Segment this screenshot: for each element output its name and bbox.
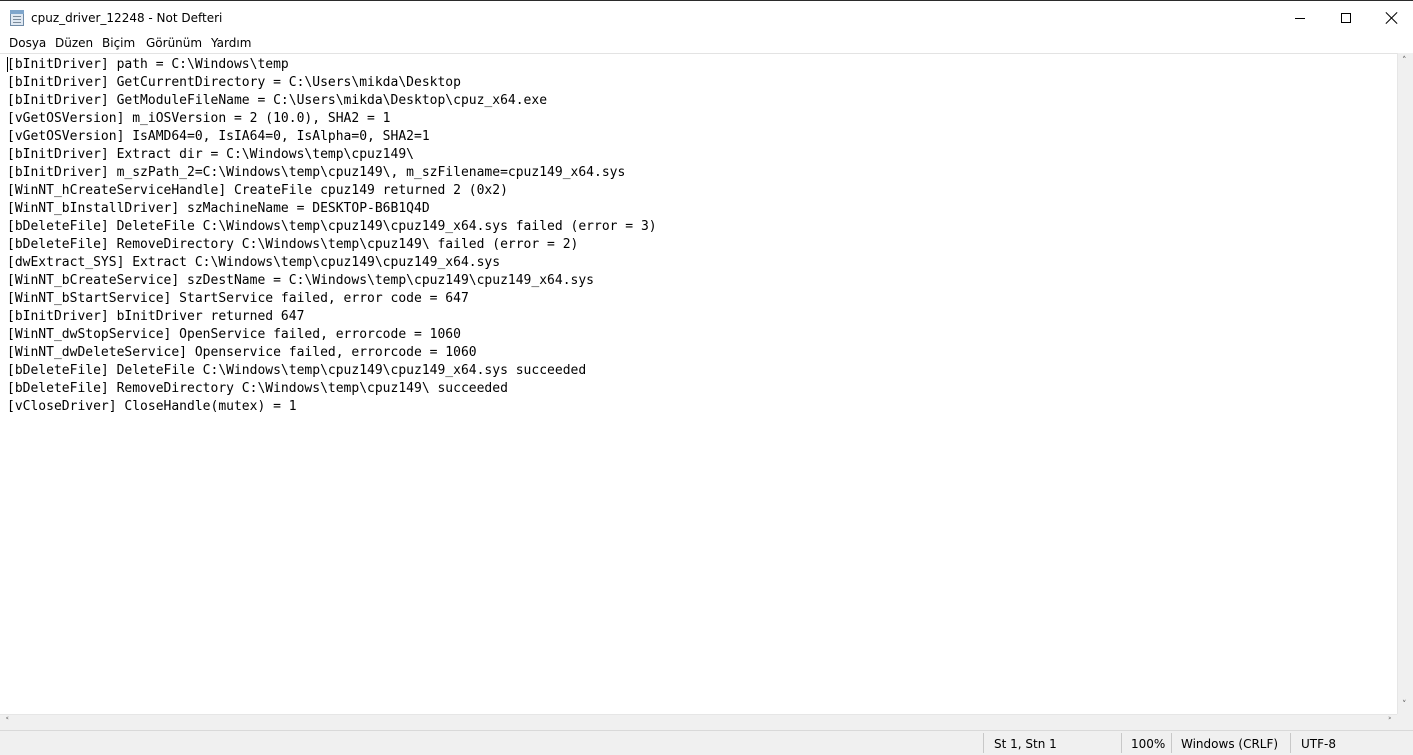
status-cursor-position: St 1, Stn 1 [994,737,1057,751]
text-line: [bInitDriver] Extract dir = C:\Windows\t… [7,147,414,162]
text-line: [bInitDriver] GetCurrentDirectory = C:\U… [7,75,461,90]
editor-content[interactable]: [bInitDriver] path = C:\Windows\temp [bIn… [7,56,657,416]
menu-duzen[interactable]: Düzen [55,36,93,50]
text-line: [dwExtract_SYS] Extract C:\Windows\temp\… [7,255,501,270]
maximize-button[interactable] [1323,1,1369,35]
text-line: [bDeleteFile] RemoveDirectory C:\Windows… [7,237,579,252]
text-line: [WinNT_hCreateServiceHandle] CreateFile … [7,183,508,198]
scroll-up-icon[interactable]: ˄ [1402,57,1407,66]
notepad-icon[interactable] [10,10,24,26]
text-line: [WinNT_dwStopService] OpenService failed… [7,327,461,342]
menu-dosya[interactable]: Dosya [9,36,46,50]
text-line: [WinNT_dwDeleteService] Openservice fail… [7,345,477,360]
close-icon [1386,12,1398,24]
minimize-button[interactable] [1277,1,1323,35]
menu-bar: Dosya Düzen Biçim Görünüm Yardım [0,34,1413,53]
scrollbar-corner [1397,714,1413,730]
status-line-ending: Windows (CRLF) [1181,737,1279,751]
horizontal-scrollbar[interactable]: ˂ ˃ [0,714,1397,730]
text-line: [bInitDriver] GetModuleFileName = C:\Use… [7,93,548,108]
text-line: [WinNT_bCreateService] szDestName = C:\W… [7,273,594,288]
menu-bicim[interactable]: Biçim [102,36,135,50]
text-line: [bDeleteFile] DeleteFile C:\Windows\temp… [7,363,587,378]
text-line: [bInitDriver] m_szPath_2=C:\Windows\temp… [7,165,626,180]
minimize-icon [1295,17,1305,19]
text-line: [vGetOSVersion] IsAMD64=0, IsIA64=0, IsA… [7,129,430,144]
status-separator [1121,733,1122,753]
menu-yardim[interactable]: Yardım [211,36,251,50]
status-separator [1171,733,1172,753]
status-separator [983,733,984,753]
status-separator [1290,733,1291,753]
text-line: [bInitDriver] path = C:\Windows\temp [7,57,289,72]
text-line: [vGetOSVersion] m_iOSVersion = 2 (10.0),… [7,111,391,126]
text-editor[interactable]: [bInitDriver] path = C:\Windows\temp [bIn… [0,53,1397,714]
text-line: [bDeleteFile] RemoveDirectory C:\Windows… [7,381,508,396]
status-encoding: UTF-8 [1301,737,1336,751]
text-line: [vCloseDriver] CloseHandle(mutex) = 1 [7,399,297,414]
title-bar[interactable]: cpuz_driver_12248 - Not Defteri [0,0,1413,34]
text-line: [WinNT_bInstallDriver] szMachineName = D… [7,201,430,216]
text-line: [bInitDriver] bInitDriver returned 647 [7,309,305,324]
scroll-down-icon[interactable]: ˅ [1402,701,1407,710]
text-line: [WinNT_bStartService] StartService faile… [7,291,469,306]
maximize-icon [1341,13,1351,23]
close-button[interactable] [1369,1,1413,35]
vertical-scrollbar[interactable]: ˄ ˅ [1397,53,1413,714]
status-zoom: 100% [1131,737,1166,751]
text-line: [bDeleteFile] DeleteFile C:\Windows\temp… [7,219,657,234]
window-title: cpuz_driver_12248 - Not Defteri [31,11,223,25]
scroll-left-icon[interactable]: ˂ [5,718,10,727]
menu-gorunum[interactable]: Görünüm [146,36,202,50]
scroll-right-icon[interactable]: ˃ [1388,718,1393,727]
status-bar: St 1, Stn 1 100% Windows (CRLF) UTF-8 [0,730,1413,755]
